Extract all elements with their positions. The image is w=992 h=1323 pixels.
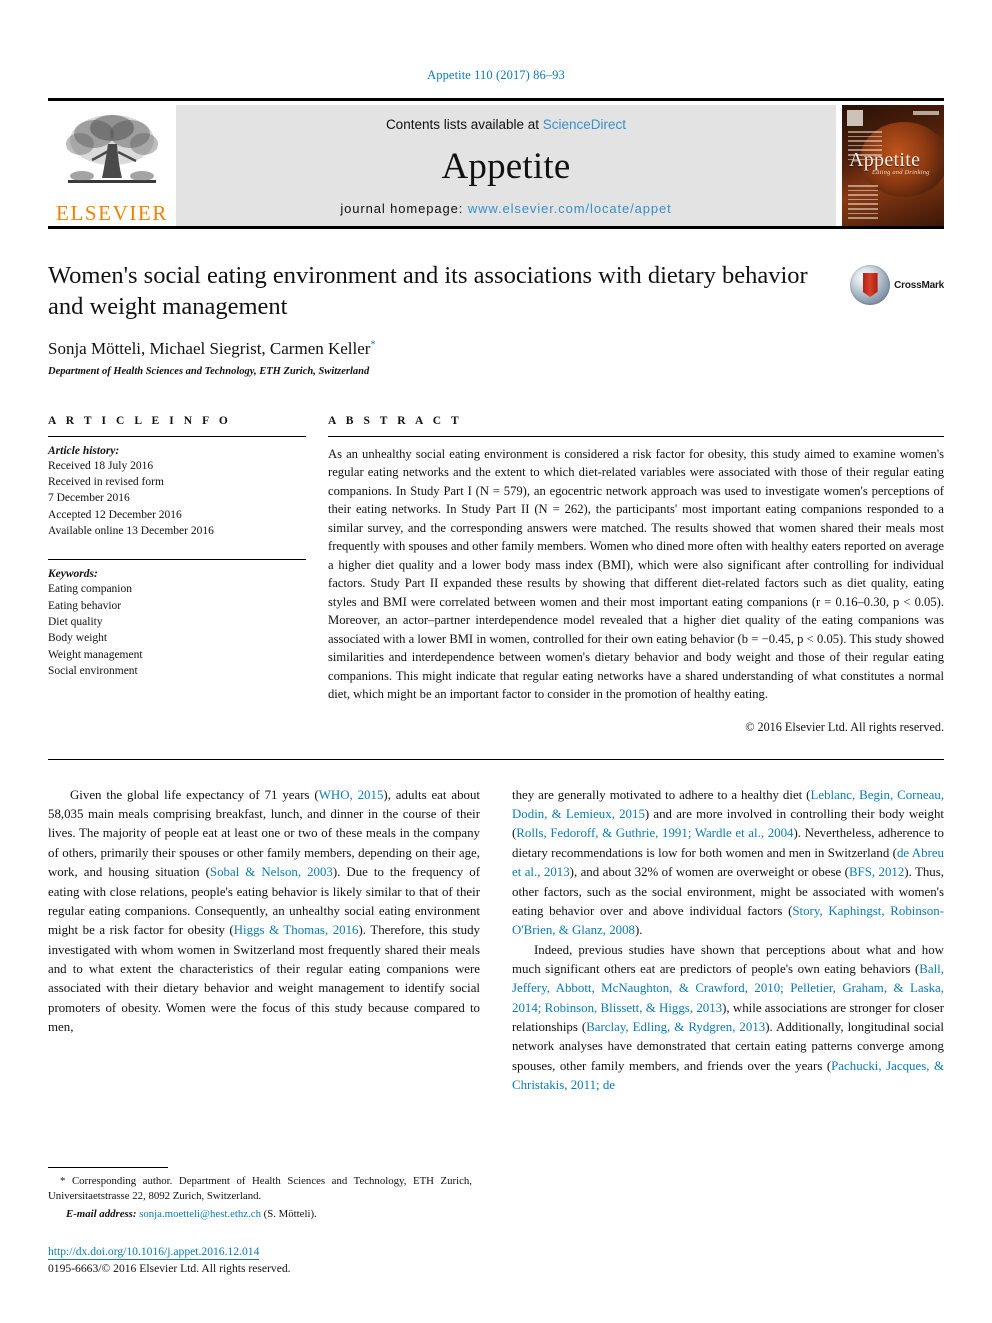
article-info-heading: A R T I C L E I N F O xyxy=(48,414,232,427)
contents-prefix: Contents lists available at xyxy=(385,117,543,132)
title-block: Women's social eating environment and it… xyxy=(48,261,944,323)
citation-link[interactable]: Higgs & Thomas, 2016 xyxy=(234,923,359,937)
elsevier-tree-icon xyxy=(66,115,158,183)
elsevier-logo: ELSEVIER xyxy=(48,105,176,226)
banner-bottom-rule xyxy=(48,226,944,229)
body-columns: Given the global life expectancy of 71 y… xyxy=(48,786,944,1096)
email-note: E-mail address: sonja.moetteli@hest.ethz… xyxy=(48,1207,472,1222)
corresponding-author-marker[interactable]: * xyxy=(370,339,375,350)
corresponding-author-note: * Corresponding author. Department of He… xyxy=(48,1174,472,1202)
body-text-run: ), and about 32% of women are overweight… xyxy=(569,865,849,880)
article-info-column: A R T I C L E I N F O Article history: R… xyxy=(48,415,306,735)
info-abstract-row: A R T I C L E I N F O Article history: R… xyxy=(48,415,944,735)
doi-link[interactable]: http://dx.doi.org/10.1016/j.appet.2016.1… xyxy=(48,1245,260,1260)
keyword-item: Eating companion xyxy=(48,583,132,596)
body-text-run: Given the global life expectancy of 71 y… xyxy=(70,787,319,802)
journal-homepage-link[interactable]: www.elsevier.com/locate/appet xyxy=(468,201,672,216)
body-paragraph: Given the global life expectancy of 71 y… xyxy=(48,786,480,1038)
journal-article-page: Appetite 110 (2017) 86–93 ELSEVIER Conte… xyxy=(0,0,992,1323)
cover-journal-subtitle: Eating and Drinking xyxy=(872,169,930,176)
banner-top-rule xyxy=(48,98,944,101)
cover-publisher-mark xyxy=(847,110,863,126)
body-paragraph: they are generally motivated to adhere t… xyxy=(512,786,944,941)
body-text-run: ). Therefore, this study investigated wi… xyxy=(48,923,481,1035)
email-owner: (S. Mötteli). xyxy=(263,1208,317,1221)
body-column-left: Given the global life expectancy of 71 y… xyxy=(48,786,480,1096)
keyword-item: Body weight xyxy=(48,632,108,645)
article-history-label: Article history: xyxy=(48,444,120,457)
running-head: Appetite 110 (2017) 86–93 xyxy=(427,68,565,82)
article-info-rule xyxy=(48,435,306,437)
citation-link[interactable]: BFS, 2012 xyxy=(849,865,904,879)
keyword-item: Diet quality xyxy=(48,616,103,629)
keywords-label: Keywords: xyxy=(48,568,98,581)
issn-copyright: 0195-6663/© 2016 Elsevier Ltd. All right… xyxy=(48,1262,291,1275)
abstract-heading: A B S T R A C T xyxy=(328,414,463,427)
crossmark-circle-icon xyxy=(850,265,891,305)
citation-link[interactable]: Barclay, Edling, & Rydgren, 2013 xyxy=(586,1020,765,1034)
elsevier-wordmark: ELSEVIER xyxy=(56,201,168,225)
keyword-item: Eating behavior xyxy=(48,599,122,612)
page-title: Women's social eating environment and it… xyxy=(48,262,808,320)
body-column-right: they are generally motivated to adhere t… xyxy=(512,786,944,1096)
citation-link[interactable]: Sobal & Nelson, 2003 xyxy=(210,865,333,879)
cover-issue-marker xyxy=(913,111,939,115)
cover-text-lines-bottom xyxy=(848,185,878,222)
affiliation: Department of Health Sciences and Techno… xyxy=(48,365,370,377)
journal-title: Appetite xyxy=(441,146,571,187)
banner-center: Contents lists available at ScienceDirec… xyxy=(176,105,836,226)
citation-link[interactable]: WHO, 2015 xyxy=(319,788,384,802)
crossmark-badge[interactable]: CrossMark xyxy=(850,265,944,305)
crossmark-label: CrossMark xyxy=(894,279,944,291)
history-item: Accepted 12 December 2016 xyxy=(48,508,182,521)
abstract-rule xyxy=(328,435,944,437)
homepage-prefix: journal homepage: xyxy=(340,201,468,216)
body-text-run: Indeed, previous studies have shown that… xyxy=(512,942,944,976)
email-label: E-mail address: xyxy=(66,1208,137,1221)
email-link[interactable]: sonja.moetteli@hest.ethz.ch xyxy=(139,1208,261,1220)
abstract-text: As an unhealthy social eating environmen… xyxy=(328,446,944,702)
citation-link[interactable]: Rolls, Fedoroff, & Guthrie, 1991; Wardle… xyxy=(516,826,793,840)
contents-list-line: Contents lists available at ScienceDirec… xyxy=(386,117,626,132)
history-item: 7 December 2016 xyxy=(48,492,130,505)
keyword-item: Social environment xyxy=(48,665,138,677)
history-item: Received 18 July 2016 xyxy=(48,459,154,472)
footnote-block: * Corresponding author. Department of He… xyxy=(48,1166,472,1275)
body-text-run: ). xyxy=(634,923,643,938)
abstract-column: A B S T R A C T As an unhealthy social e… xyxy=(328,415,944,735)
copyright-line: © 2016 Elsevier Ltd. All rights reserved… xyxy=(745,719,944,734)
author-names: Sonja Mötteli, Michael Siegrist, Carmen … xyxy=(48,338,371,358)
journal-banner: ELSEVIER Contents lists available at Sci… xyxy=(48,105,944,226)
keywords-rule xyxy=(48,559,306,561)
sciencedirect-link[interactable]: ScienceDirect xyxy=(543,117,626,132)
body-text-run: they are generally motivated to adhere t… xyxy=(512,787,811,802)
history-item: Received in revised form xyxy=(48,476,164,489)
body-paragraph: Indeed, previous studies have shown that… xyxy=(512,941,944,1096)
journal-cover-thumbnail: Appetite Eating and Drinking xyxy=(842,105,944,226)
keyword-item: Weight management xyxy=(48,648,143,661)
abstract-bottom-rule xyxy=(48,758,944,760)
history-item: Available online 13 December 2016 xyxy=(48,525,214,538)
journal-homepage-line: journal homepage: www.elsevier.com/locat… xyxy=(340,201,671,216)
author-list: Sonja Mötteli, Michael Siegrist, Carmen … xyxy=(48,339,944,359)
crossmark-book-icon xyxy=(862,273,878,297)
footnote-rule xyxy=(48,1166,168,1168)
